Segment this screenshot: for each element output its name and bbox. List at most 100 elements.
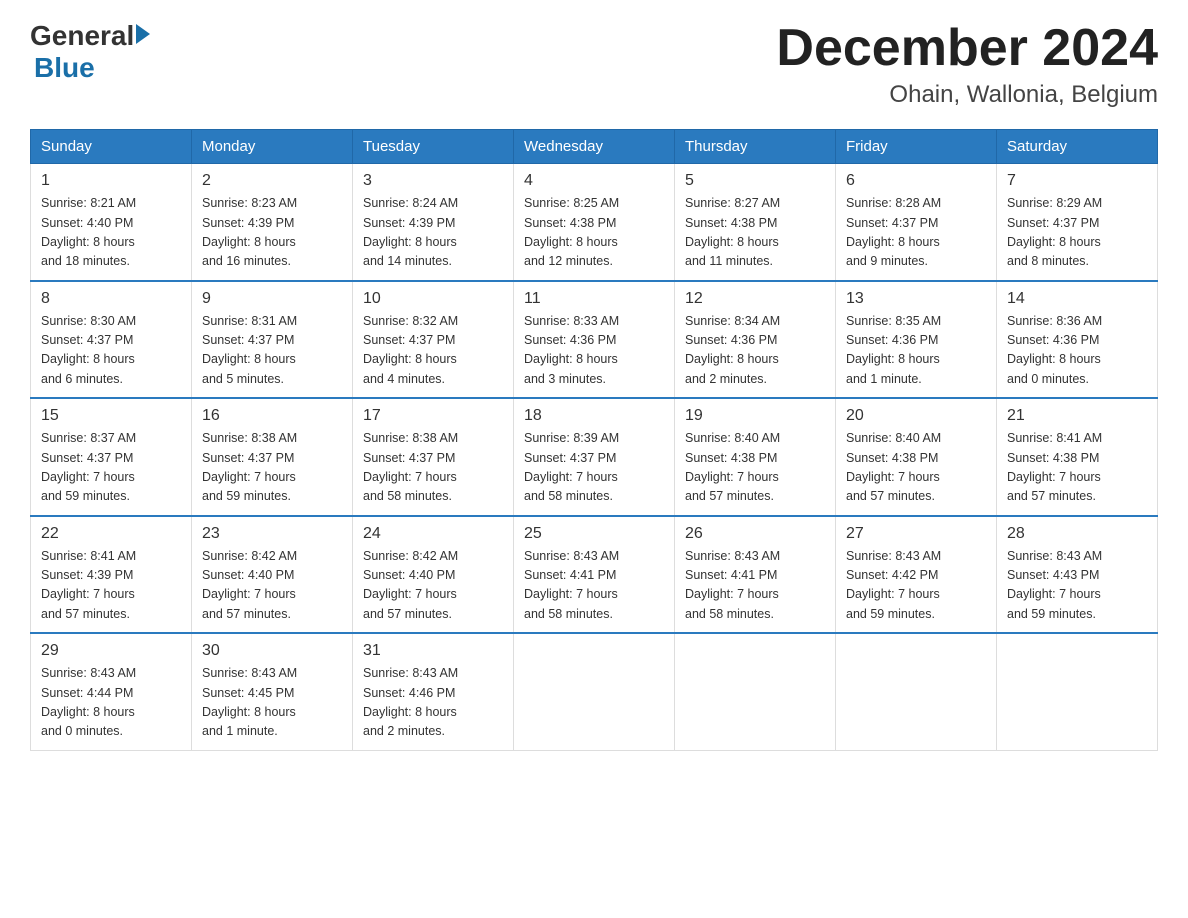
- day-number: 18: [524, 407, 664, 425]
- day-info: Sunrise: 8:38 AMSunset: 4:37 PMDaylight:…: [363, 429, 503, 507]
- day-number: 31: [363, 642, 503, 660]
- day-number: 21: [1007, 407, 1147, 425]
- calendar-cell: 30 Sunrise: 8:43 AMSunset: 4:45 PMDaylig…: [192, 633, 353, 750]
- day-info: Sunrise: 8:42 AMSunset: 4:40 PMDaylight:…: [202, 547, 342, 625]
- day-number: 16: [202, 407, 342, 425]
- day-number: 25: [524, 525, 664, 543]
- calendar-cell: 12 Sunrise: 8:34 AMSunset: 4:36 PMDaylig…: [675, 281, 836, 399]
- weekday-header-sunday: Sunday: [31, 130, 192, 164]
- day-info: Sunrise: 8:32 AMSunset: 4:37 PMDaylight:…: [363, 312, 503, 390]
- day-number: 19: [685, 407, 825, 425]
- day-number: 13: [846, 290, 986, 308]
- calendar-cell: 2 Sunrise: 8:23 AMSunset: 4:39 PMDayligh…: [192, 164, 353, 281]
- calendar-week-row: 15 Sunrise: 8:37 AMSunset: 4:37 PMDaylig…: [31, 398, 1158, 516]
- day-number: 26: [685, 525, 825, 543]
- day-info: Sunrise: 8:21 AMSunset: 4:40 PMDaylight:…: [41, 194, 181, 272]
- weekday-header-thursday: Thursday: [675, 130, 836, 164]
- title-block: December 2024 Ohain, Wallonia, Belgium: [776, 20, 1158, 109]
- day-info: Sunrise: 8:43 AMSunset: 4:45 PMDaylight:…: [202, 664, 342, 742]
- calendar-cell: 3 Sunrise: 8:24 AMSunset: 4:39 PMDayligh…: [353, 164, 514, 281]
- day-number: 24: [363, 525, 503, 543]
- day-number: 6: [846, 172, 986, 190]
- day-info: Sunrise: 8:30 AMSunset: 4:37 PMDaylight:…: [41, 312, 181, 390]
- calendar-cell: 1 Sunrise: 8:21 AMSunset: 4:40 PMDayligh…: [31, 164, 192, 281]
- weekday-header-monday: Monday: [192, 130, 353, 164]
- calendar-cell: 8 Sunrise: 8:30 AMSunset: 4:37 PMDayligh…: [31, 281, 192, 399]
- day-info: Sunrise: 8:43 AMSunset: 4:41 PMDaylight:…: [524, 547, 664, 625]
- calendar-cell: 29 Sunrise: 8:43 AMSunset: 4:44 PMDaylig…: [31, 633, 192, 750]
- day-number: 27: [846, 525, 986, 543]
- calendar-cell: 21 Sunrise: 8:41 AMSunset: 4:38 PMDaylig…: [997, 398, 1158, 516]
- month-title: December 2024: [776, 20, 1158, 77]
- calendar-cell: 5 Sunrise: 8:27 AMSunset: 4:38 PMDayligh…: [675, 164, 836, 281]
- day-number: 20: [846, 407, 986, 425]
- day-info: Sunrise: 8:25 AMSunset: 4:38 PMDaylight:…: [524, 194, 664, 272]
- calendar-cell: 6 Sunrise: 8:28 AMSunset: 4:37 PMDayligh…: [836, 164, 997, 281]
- day-number: 7: [1007, 172, 1147, 190]
- day-number: 8: [41, 290, 181, 308]
- day-info: Sunrise: 8:39 AMSunset: 4:37 PMDaylight:…: [524, 429, 664, 507]
- day-number: 12: [685, 290, 825, 308]
- calendar-cell: 9 Sunrise: 8:31 AMSunset: 4:37 PMDayligh…: [192, 281, 353, 399]
- day-info: Sunrise: 8:33 AMSunset: 4:36 PMDaylight:…: [524, 312, 664, 390]
- calendar-week-row: 8 Sunrise: 8:30 AMSunset: 4:37 PMDayligh…: [31, 281, 1158, 399]
- day-number: 9: [202, 290, 342, 308]
- day-info: Sunrise: 8:40 AMSunset: 4:38 PMDaylight:…: [846, 429, 986, 507]
- calendar-cell: 20 Sunrise: 8:40 AMSunset: 4:38 PMDaylig…: [836, 398, 997, 516]
- day-info: Sunrise: 8:24 AMSunset: 4:39 PMDaylight:…: [363, 194, 503, 272]
- weekday-header-friday: Friday: [836, 130, 997, 164]
- day-info: Sunrise: 8:41 AMSunset: 4:39 PMDaylight:…: [41, 547, 181, 625]
- calendar-cell: 23 Sunrise: 8:42 AMSunset: 4:40 PMDaylig…: [192, 516, 353, 634]
- day-number: 22: [41, 525, 181, 543]
- calendar-cell: 11 Sunrise: 8:33 AMSunset: 4:36 PMDaylig…: [514, 281, 675, 399]
- calendar-cell: [997, 633, 1158, 750]
- calendar-cell: 18 Sunrise: 8:39 AMSunset: 4:37 PMDaylig…: [514, 398, 675, 516]
- day-info: Sunrise: 8:35 AMSunset: 4:36 PMDaylight:…: [846, 312, 986, 390]
- calendar-cell: 31 Sunrise: 8:43 AMSunset: 4:46 PMDaylig…: [353, 633, 514, 750]
- day-info: Sunrise: 8:37 AMSunset: 4:37 PMDaylight:…: [41, 429, 181, 507]
- calendar-cell: 7 Sunrise: 8:29 AMSunset: 4:37 PMDayligh…: [997, 164, 1158, 281]
- calendar-cell: 17 Sunrise: 8:38 AMSunset: 4:37 PMDaylig…: [353, 398, 514, 516]
- calendar-cell: 15 Sunrise: 8:37 AMSunset: 4:37 PMDaylig…: [31, 398, 192, 516]
- logo: General Blue: [30, 20, 150, 84]
- calendar-week-row: 1 Sunrise: 8:21 AMSunset: 4:40 PMDayligh…: [31, 164, 1158, 281]
- calendar-week-row: 29 Sunrise: 8:43 AMSunset: 4:44 PMDaylig…: [31, 633, 1158, 750]
- calendar-cell: 14 Sunrise: 8:36 AMSunset: 4:36 PMDaylig…: [997, 281, 1158, 399]
- logo-blue-text: Blue: [34, 52, 150, 84]
- day-number: 23: [202, 525, 342, 543]
- day-info: Sunrise: 8:41 AMSunset: 4:38 PMDaylight:…: [1007, 429, 1147, 507]
- day-number: 15: [41, 407, 181, 425]
- day-number: 5: [685, 172, 825, 190]
- calendar-cell: 26 Sunrise: 8:43 AMSunset: 4:41 PMDaylig…: [675, 516, 836, 634]
- calendar-cell: [675, 633, 836, 750]
- calendar-cell: 16 Sunrise: 8:38 AMSunset: 4:37 PMDaylig…: [192, 398, 353, 516]
- weekday-header-wednesday: Wednesday: [514, 130, 675, 164]
- day-number: 28: [1007, 525, 1147, 543]
- day-info: Sunrise: 8:36 AMSunset: 4:36 PMDaylight:…: [1007, 312, 1147, 390]
- calendar-table: SundayMondayTuesdayWednesdayThursdayFrid…: [30, 129, 1158, 751]
- page-header: General Blue December 2024 Ohain, Wallon…: [30, 20, 1158, 109]
- day-number: 14: [1007, 290, 1147, 308]
- day-info: Sunrise: 8:42 AMSunset: 4:40 PMDaylight:…: [363, 547, 503, 625]
- calendar-cell: 24 Sunrise: 8:42 AMSunset: 4:40 PMDaylig…: [353, 516, 514, 634]
- day-info: Sunrise: 8:43 AMSunset: 4:46 PMDaylight:…: [363, 664, 503, 742]
- calendar-week-row: 22 Sunrise: 8:41 AMSunset: 4:39 PMDaylig…: [31, 516, 1158, 634]
- logo-general-text: General: [30, 20, 134, 52]
- calendar-cell: 13 Sunrise: 8:35 AMSunset: 4:36 PMDaylig…: [836, 281, 997, 399]
- day-info: Sunrise: 8:27 AMSunset: 4:38 PMDaylight:…: [685, 194, 825, 272]
- day-info: Sunrise: 8:23 AMSunset: 4:39 PMDaylight:…: [202, 194, 342, 272]
- day-info: Sunrise: 8:31 AMSunset: 4:37 PMDaylight:…: [202, 312, 342, 390]
- day-number: 29: [41, 642, 181, 660]
- calendar-cell: 19 Sunrise: 8:40 AMSunset: 4:38 PMDaylig…: [675, 398, 836, 516]
- day-info: Sunrise: 8:38 AMSunset: 4:37 PMDaylight:…: [202, 429, 342, 507]
- calendar-cell: 10 Sunrise: 8:32 AMSunset: 4:37 PMDaylig…: [353, 281, 514, 399]
- day-number: 4: [524, 172, 664, 190]
- logo-arrow-icon: [136, 24, 150, 44]
- day-info: Sunrise: 8:29 AMSunset: 4:37 PMDaylight:…: [1007, 194, 1147, 272]
- day-info: Sunrise: 8:40 AMSunset: 4:38 PMDaylight:…: [685, 429, 825, 507]
- day-number: 17: [363, 407, 503, 425]
- day-info: Sunrise: 8:28 AMSunset: 4:37 PMDaylight:…: [846, 194, 986, 272]
- day-number: 1: [41, 172, 181, 190]
- calendar-cell: [836, 633, 997, 750]
- day-number: 10: [363, 290, 503, 308]
